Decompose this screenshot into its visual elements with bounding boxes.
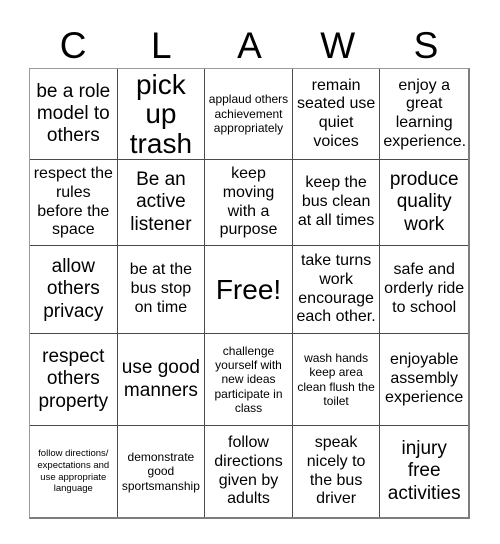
bingo-cell[interactable]: produce quality work xyxy=(380,160,468,246)
bingo-cell[interactable]: be a role model to others xyxy=(30,69,118,160)
bingo-cell[interactable]: enjoy a great learning experience. xyxy=(380,69,468,160)
bingo-cell[interactable]: allow others privacy xyxy=(30,246,118,334)
bingo-cell-label: remain seated use quiet voices xyxy=(296,76,376,150)
bingo-cell[interactable]: use good manners xyxy=(117,334,206,426)
bingo-cell[interactable]: speak nicely to the bus driver xyxy=(292,426,381,517)
bingo-cell[interactable]: applaud others achievement appropriately xyxy=(205,69,293,160)
bingo-cell-label: pick up trash xyxy=(129,69,193,159)
bingo-cell[interactable]: be at the bus stop on time xyxy=(117,246,206,334)
bingo-cell[interactable]: wash hands keep area clean flush the toi… xyxy=(292,334,381,426)
bingo-cell[interactable]: keep moving with a purpose xyxy=(205,160,293,246)
bingo-cell[interactable]: take turns work encourage each other. xyxy=(292,246,381,334)
bingo-cell-label: demonstrate good sportsmanship xyxy=(121,449,200,493)
bingo-cell[interactable]: safe and orderly ride to school xyxy=(380,246,468,334)
bingo-cell-label: applaud others achievement appropriately xyxy=(208,92,289,136)
bingo-cell-label: Free! xyxy=(215,273,282,305)
bingo-cell[interactable]: demonstrate good sportsmanship xyxy=(117,426,206,517)
bingo-cell-label: wash hands keep area clean flush the toi… xyxy=(297,350,375,408)
bingo-cell[interactable]: respect the rules before the space xyxy=(30,160,118,246)
bingo-header-letter-1: L xyxy=(151,24,172,66)
bingo-cell-label: respect others property xyxy=(38,346,109,412)
bingo-card: C L A W S be a role model to others pick up t… xyxy=(0,0,500,544)
bingo-cell[interactable]: remain seated use quiet voices xyxy=(292,69,381,160)
bingo-cell-label: follow directions/ expectations and use … xyxy=(37,447,110,495)
bingo-cell-label: enjoyable assembly experience xyxy=(385,351,464,406)
bingo-cell[interactable]: follow directions given by adults xyxy=(205,426,293,517)
bingo-cell-label: respect the rules before the space xyxy=(33,165,113,239)
bingo-cell-label: use good manners xyxy=(121,357,200,401)
bingo-cell[interactable]: respect others property xyxy=(30,334,118,426)
bingo-cell[interactable]: Be an active listener xyxy=(117,160,206,246)
bingo-cell[interactable]: keep the bus clean at all times xyxy=(292,160,381,246)
bingo-cell-label: challenge yourself with new ideas partic… xyxy=(214,343,283,416)
bingo-cell-label: take turns work encourage each other. xyxy=(296,252,376,326)
bingo-cell[interactable]: pick up trash xyxy=(117,69,206,160)
bingo-cell-label: be a role model to others xyxy=(36,80,111,147)
bingo-header-letter-2: A xyxy=(237,24,262,66)
bingo-cell-label: allow others privacy xyxy=(43,256,104,322)
bingo-free-cell[interactable]: Free! xyxy=(205,246,293,334)
bingo-cell[interactable]: follow directions/ expectations and use … xyxy=(30,426,118,517)
bingo-header-letter-4: S xyxy=(413,24,439,66)
bingo-cell-label: follow directions given by adults xyxy=(214,434,283,508)
bingo-cell-label: keep moving with a purpose xyxy=(219,165,278,239)
bingo-cell[interactable]: challenge yourself with new ideas partic… xyxy=(205,334,293,426)
bingo-cell-label: injury free activities xyxy=(387,438,461,504)
bingo-cell[interactable]: enjoyable assembly experience xyxy=(380,334,468,426)
bingo-cell-label: produce quality work xyxy=(389,169,459,235)
bingo-header-letter-0: C xyxy=(59,24,87,66)
bingo-cell-label: safe and orderly ride to school xyxy=(384,261,465,316)
bingo-cell-label: be at the bus stop on time xyxy=(129,261,193,316)
bingo-header: CLAWS xyxy=(29,22,470,68)
bingo-cell[interactable]: injury free activities xyxy=(380,426,468,517)
bingo-cell-label: Be an active listener xyxy=(130,169,192,235)
bingo-cell-label: speak nicely to the bus driver xyxy=(306,434,366,508)
bingo-header-letter-3: W xyxy=(320,24,356,66)
bingo-cell-label: keep the bus clean at all times xyxy=(297,174,375,229)
bingo-cell-label: enjoy a great learning experience. xyxy=(383,76,467,150)
bingo-grid: be a role model to others pick up trash ap… xyxy=(29,68,470,519)
